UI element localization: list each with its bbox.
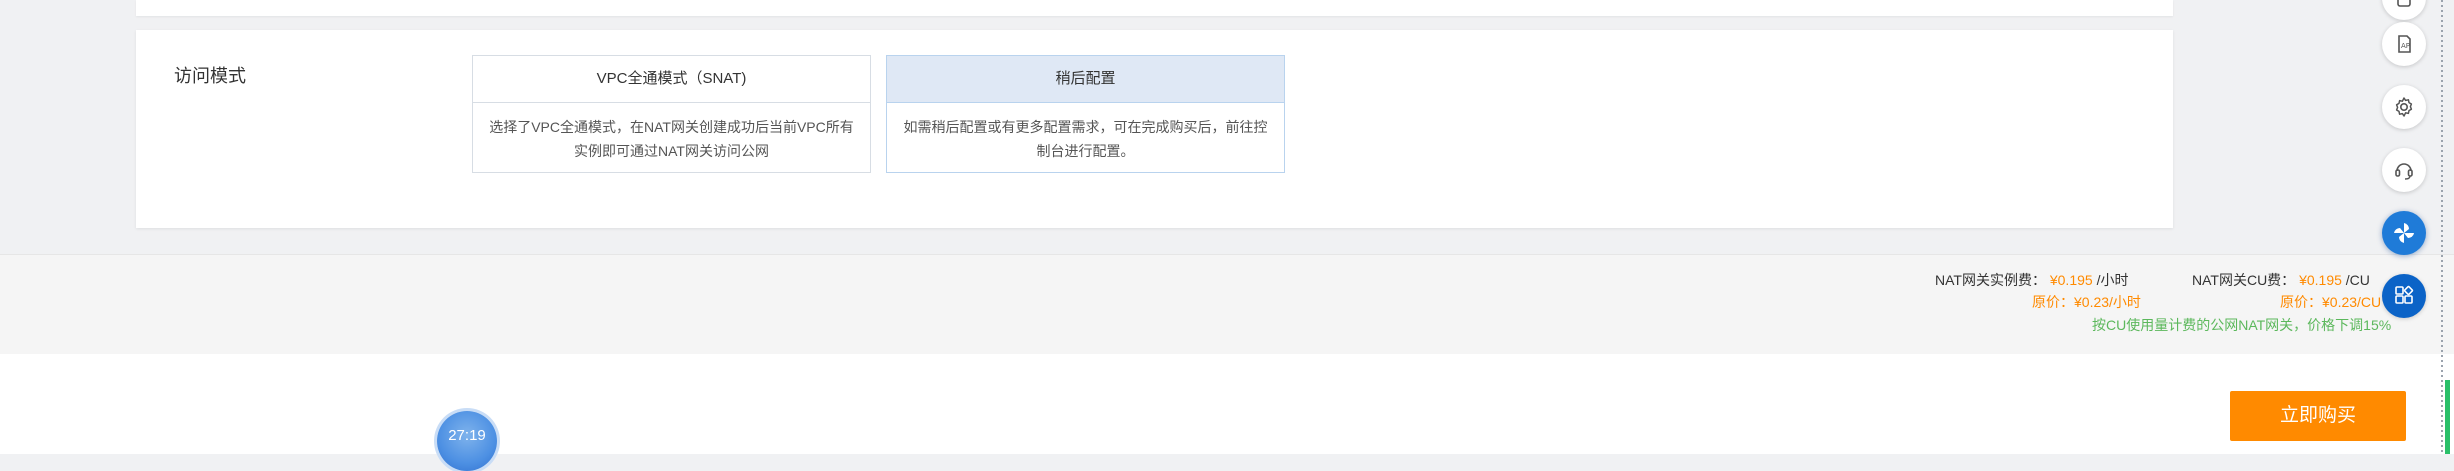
previous-section-card: [136, 0, 2173, 16]
option-description: 如需稍后配置或有更多配置需求，可在完成购买后，前往控制台进行配置。: [903, 119, 1268, 159]
document-icon[interactable]: [2382, 0, 2426, 20]
api-icon[interactable]: AP: [2382, 22, 2426, 66]
cu-fee-label: NAT网关CU费：: [2192, 272, 2296, 288]
option-title: VPC全通模式（SNAT): [473, 56, 870, 103]
cu-fee-price: ¥0.195: [2299, 272, 2342, 288]
option-description: 选择了VPC全通模式，在NAT网关创建成功后当前VPC所有实例即可通过NAT网关…: [489, 119, 854, 159]
apps-icon[interactable]: [2382, 274, 2426, 318]
instance-original-price: 原价：¥0.23/小时: [2032, 294, 2141, 310]
scroll-indicator: [2445, 380, 2450, 454]
instance-fee-price: ¥0.195: [2049, 272, 2093, 288]
cu-fee-unit: /CU: [2345, 272, 2370, 288]
headset-icon[interactable]: [2382, 148, 2426, 192]
timer-text: 27:19: [448, 427, 486, 444]
instance-fee: NAT网关实例费： ¥0.195 /小时: [1935, 270, 2128, 290]
promo-text: 按CU使用量计费的公网NAT网关，价格下调15%: [2092, 317, 2392, 333]
access-mode-label: 访问模式: [174, 66, 246, 86]
option-title: 稍后配置: [887, 56, 1284, 103]
buy-now-button[interactable]: 立即购买: [2230, 391, 2406, 441]
option-configure-later[interactable]: 稍后配置 如需稍后配置或有更多配置需求，可在完成购买后，前往控制台进行配置。: [886, 55, 1285, 173]
cu-fee: NAT网关CU费： ¥0.195 /CU: [2192, 270, 2370, 290]
pinwheel-icon[interactable]: [2382, 211, 2426, 255]
option-vpc-snat[interactable]: VPC全通模式（SNAT) 选择了VPC全通模式，在NAT网关创建成功后当前VP…: [472, 55, 871, 173]
purchase-bar: [0, 354, 2454, 454]
svg-text:AP: AP: [2401, 42, 2410, 50]
instance-fee-unit: /小时: [2096, 272, 2129, 288]
gear-icon[interactable]: [2382, 85, 2426, 129]
timer-badge[interactable]: 27:19: [437, 411, 497, 471]
instance-fee-label: NAT网关实例费：: [1935, 272, 2046, 288]
cu-original-price: 原价：¥0.23/CU: [2280, 294, 2382, 310]
page-edge-divider: [2441, 0, 2443, 454]
